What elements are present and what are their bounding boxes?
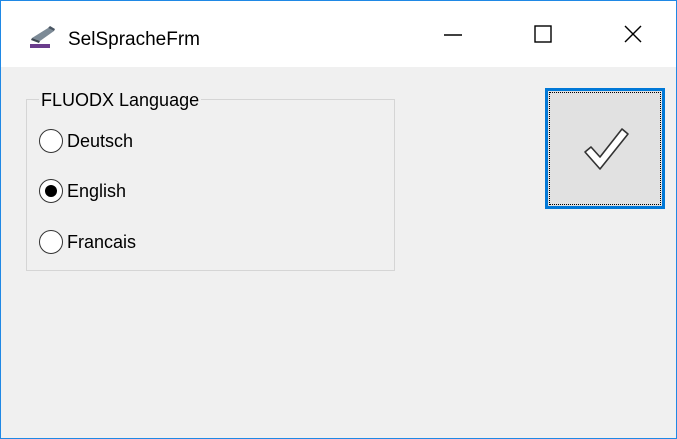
minimize-button[interactable] (408, 1, 498, 67)
maximize-icon (534, 25, 552, 43)
groupbox-legend: FLUODX Language (39, 90, 202, 110)
radio-english[interactable]: English (39, 178, 126, 204)
radio-selected-dot (45, 185, 57, 197)
close-icon (624, 25, 642, 43)
radio-button-circle[interactable] (39, 179, 63, 203)
close-button[interactable] (588, 1, 677, 67)
radio-label-deutsch[interactable]: Deutsch (67, 131, 133, 152)
maximize-button[interactable] (498, 1, 588, 67)
checkmark-icon (584, 128, 629, 170)
minimize-icon (444, 34, 462, 36)
radio-button-circle[interactable] (39, 129, 63, 153)
radio-label-english[interactable]: English (67, 181, 126, 202)
title-bar[interactable]: SelSpracheFrm (1, 1, 676, 67)
app-icon (28, 25, 58, 49)
window-title: SelSpracheFrm (68, 29, 200, 50)
window: SelSpracheFrm FLUODX Language Deutsch En… (0, 0, 677, 439)
radio-deutsch[interactable]: Deutsch (39, 128, 133, 154)
ok-button[interactable] (545, 88, 665, 209)
radio-francais[interactable]: Francais (39, 229, 136, 255)
radio-button-circle[interactable] (39, 230, 63, 254)
radio-label-francais[interactable]: Francais (67, 232, 136, 253)
